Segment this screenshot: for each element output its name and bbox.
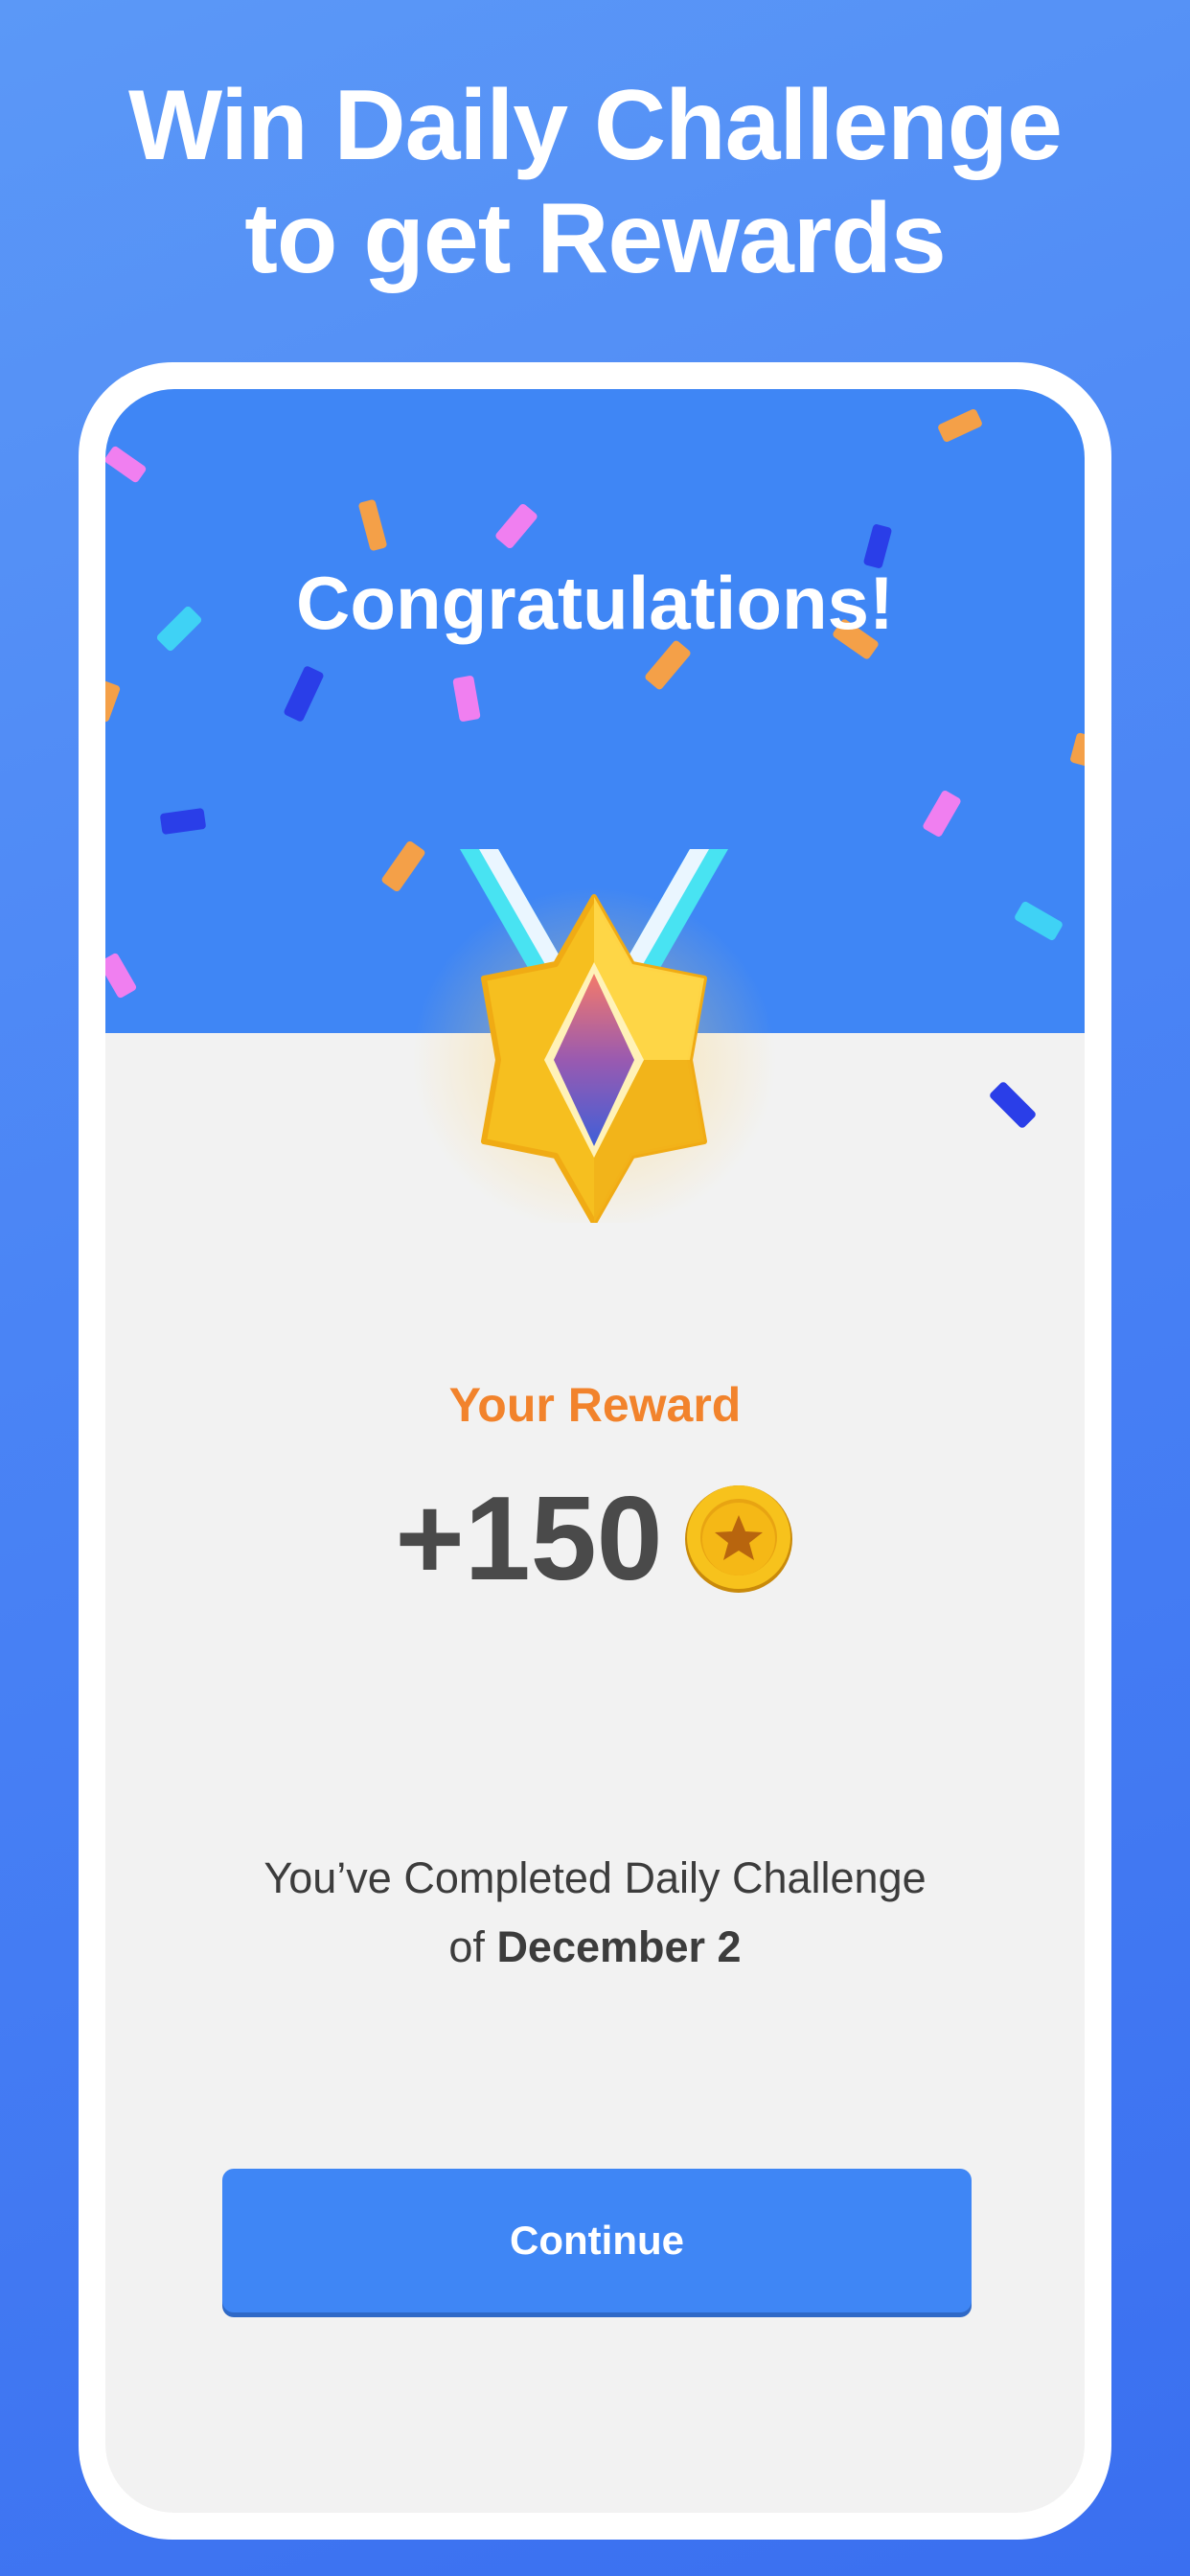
promo-headline: Win Daily Challenge to get Rewards — [0, 69, 1190, 295]
phone-frame: Congratulations! Your Reward +150 You’ve… — [79, 362, 1111, 2540]
congratulations-title: Congratulations! — [296, 561, 894, 645]
continue-button[interactable]: Continue — [222, 2169, 972, 2312]
reward-amount-row: +150 — [105, 1472, 1085, 1606]
completion-message: You’ve Completed Daily Challenge of Dece… — [105, 1844, 1085, 1982]
completion-message-line-1: You’ve Completed Daily Challenge — [263, 1853, 927, 1902]
gold-star-medal-icon — [412, 849, 776, 1223]
gold-coin-star-icon — [684, 1485, 792, 1593]
headline-line-2: to get Rewards — [244, 183, 946, 294]
completion-message-prefix: of — [448, 1922, 497, 1971]
reward-label: Your Reward — [448, 1378, 742, 1432]
reward-amount: +150 — [395, 1473, 663, 1605]
phone-screen: Congratulations! Your Reward +150 You’ve… — [105, 389, 1085, 2513]
completion-message-line-2: of December 2 — [105, 1913, 1085, 1982]
completion-date: December 2 — [496, 1922, 742, 1971]
headline-line-1: Win Daily Challenge — [127, 70, 1063, 181]
